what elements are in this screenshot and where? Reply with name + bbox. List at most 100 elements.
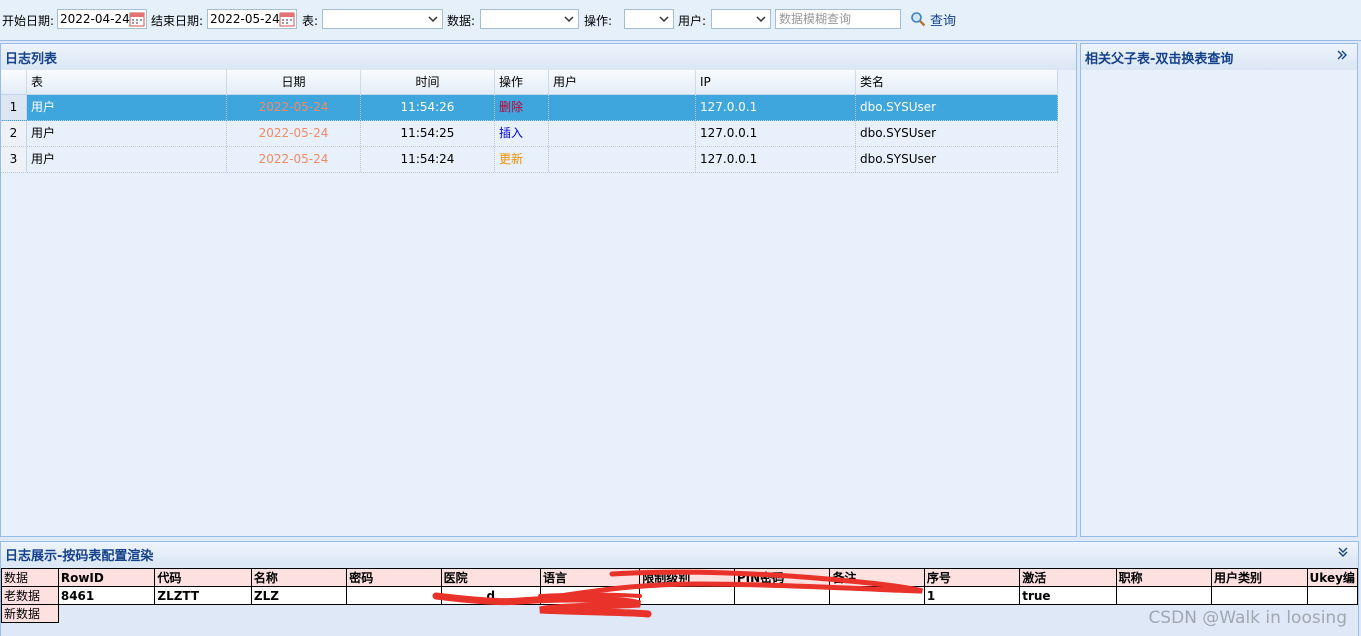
table-row[interactable]: 2 用户 2022-05-24 11:54:25 插入 127.0.0.1 db… bbox=[1, 121, 1058, 147]
cell-table: 用户 bbox=[27, 121, 227, 146]
cell-date: 2022-05-24 bbox=[227, 147, 361, 172]
detail-old-row: 老数据 8461 ZLZTT ZLZ d 1 true bbox=[1, 586, 1359, 605]
search-icon bbox=[910, 11, 926, 27]
cell-operation: 删除 bbox=[495, 95, 549, 120]
cell-ip: 127.0.0.1 bbox=[696, 147, 856, 172]
cell-date: 2022-05-24 bbox=[227, 95, 361, 120]
user-filter-label: 用户: bbox=[678, 13, 707, 28]
cell-date: 2022-05-24 bbox=[227, 121, 361, 146]
end-date-field[interactable]: 2022-05-24 bbox=[207, 9, 297, 29]
data-filter-select[interactable] bbox=[480, 9, 579, 29]
detail-header-cell: 代码 bbox=[154, 568, 252, 587]
detail-cell: 8461 bbox=[57, 586, 156, 605]
chevron-down-icon[interactable] bbox=[424, 10, 442, 28]
detail-header-cell: 密码 bbox=[346, 568, 442, 587]
cell-user bbox=[549, 147, 696, 172]
log-list-title: 日志列表 bbox=[1, 44, 1076, 71]
cell-time: 11:54:24 bbox=[361, 147, 495, 172]
related-tables-title: 相关父子表-双击换表查询 bbox=[1081, 44, 1357, 71]
start-date-label: 开始日期: bbox=[2, 13, 55, 28]
column-header-class[interactable]: 类名 bbox=[856, 70, 1058, 94]
detail-header-cell: 用户类别 bbox=[1210, 568, 1308, 587]
cell-ip: 127.0.0.1 bbox=[696, 121, 856, 146]
detail-cell: d bbox=[440, 586, 541, 605]
detail-cell bbox=[1306, 586, 1359, 605]
detail-header-cell: Ukey编 bbox=[1306, 568, 1359, 587]
double-chevron-right-icon[interactable] bbox=[1335, 49, 1349, 63]
detail-header-cell: 职称 bbox=[1115, 568, 1212, 587]
detail-header-cell: 语言 bbox=[539, 568, 641, 587]
row-number: 2 bbox=[1, 121, 27, 146]
table-row[interactable]: 1 用户 2022-05-24 11:54:26 删除 127.0.0.1 db… bbox=[1, 95, 1058, 121]
row-number: 3 bbox=[1, 147, 27, 172]
detail-header-cell: 激活 bbox=[1019, 568, 1117, 587]
detail-cell: ZLZTT bbox=[154, 586, 252, 605]
detail-cell bbox=[1210, 586, 1308, 605]
cell-class: dbo.SYSUser bbox=[856, 147, 1058, 172]
cell-user bbox=[549, 95, 696, 120]
user-filter-select[interactable] bbox=[711, 9, 771, 29]
detail-header-cell: 备注 bbox=[829, 568, 925, 587]
filter-toolbar: 开始日期: 2022-04-24 结束日期: 2022-05-24 表: 数据:… bbox=[0, 0, 1361, 41]
detail-cell: 1 bbox=[923, 586, 1021, 605]
log-grid: 表 日期 时间 操作 用户 IP 类名 1 用户 2022-05-24 11:5… bbox=[1, 70, 1058, 173]
detail-header-cell: 数据 bbox=[1, 568, 59, 587]
table-row[interactable]: 3 用户 2022-05-24 11:54:24 更新 127.0.0.1 db… bbox=[1, 147, 1058, 173]
detail-header-cell: 名称 bbox=[250, 568, 348, 587]
detail-header-row: 数据 RowID 代码 名称 密码 医院 语言 限制级别 PIN密码 备注 序号… bbox=[1, 568, 1359, 587]
detail-header-cell: RowID bbox=[57, 568, 156, 587]
chevron-down-icon[interactable] bbox=[560, 10, 578, 28]
cell-user bbox=[549, 121, 696, 146]
table-filter-label: 表: bbox=[302, 13, 319, 28]
column-header-time[interactable]: 时间 bbox=[361, 70, 495, 94]
data-filter-label: 数据: bbox=[447, 13, 476, 28]
chevron-down-icon[interactable] bbox=[752, 10, 770, 28]
related-tables-panel: 相关父子表-双击换表查询 bbox=[1080, 43, 1358, 537]
calendar-icon[interactable] bbox=[129, 11, 145, 27]
log-list-panel: 日志列表 表 日期 时间 操作 用户 IP 类名 1 用户 2022-05-24… bbox=[0, 43, 1077, 537]
double-chevron-down-icon[interactable] bbox=[1336, 546, 1350, 560]
end-date-label: 结束日期: bbox=[151, 13, 204, 28]
detail-cell bbox=[346, 586, 442, 605]
operation-filter-select[interactable] bbox=[624, 9, 674, 29]
new-data-label: 新数据 bbox=[1, 604, 59, 623]
detail-cell bbox=[733, 586, 831, 605]
log-grid-header: 表 日期 时间 操作 用户 IP 类名 bbox=[1, 70, 1058, 95]
cell-class: dbo.SYSUser bbox=[856, 121, 1058, 146]
detail-header-cell: PIN密码 bbox=[733, 568, 831, 587]
column-header-user[interactable]: 用户 bbox=[549, 70, 696, 94]
log-list-body: 表 日期 时间 操作 用户 IP 类名 1 用户 2022-05-24 11:5… bbox=[1, 70, 1076, 536]
detail-cell: true bbox=[1019, 586, 1117, 605]
table-filter-select[interactable] bbox=[322, 9, 443, 29]
detail-header-cell: 序号 bbox=[923, 568, 1021, 587]
log-detail-title: 日志展示-按码表配置渲染 bbox=[1, 542, 1358, 567]
calendar-icon[interactable] bbox=[279, 11, 295, 27]
detail-header-cell: 医院 bbox=[440, 568, 541, 587]
cell-time: 11:54:26 bbox=[361, 95, 495, 120]
column-header-ip[interactable]: IP bbox=[696, 70, 856, 94]
search-button-label: 查询 bbox=[930, 13, 957, 29]
column-header-date[interactable]: 日期 bbox=[227, 70, 361, 94]
cell-operation: 插入 bbox=[495, 121, 549, 146]
detail-header-cell: 限制级别 bbox=[639, 568, 735, 587]
watermark: CSDN @Walk in loosing bbox=[1148, 608, 1347, 628]
column-header-operation[interactable]: 操作 bbox=[495, 70, 549, 94]
cell-table: 用户 bbox=[27, 95, 227, 120]
cell-ip: 127.0.0.1 bbox=[696, 95, 856, 120]
chevron-down-icon[interactable] bbox=[655, 10, 673, 28]
cell-time: 11:54:25 bbox=[361, 121, 495, 146]
related-tables-body bbox=[1081, 70, 1357, 536]
detail-cell bbox=[1115, 586, 1212, 605]
rownum-header bbox=[1, 70, 27, 94]
column-header-table[interactable]: 表 bbox=[27, 70, 227, 94]
detail-cell bbox=[539, 586, 641, 605]
cell-class: dbo.SYSUser bbox=[856, 95, 1058, 120]
operation-filter-label: 操作: bbox=[584, 13, 613, 28]
old-data-label: 老数据 bbox=[1, 586, 59, 605]
detail-cell bbox=[829, 586, 925, 605]
start-date-field[interactable]: 2022-04-24 bbox=[57, 9, 147, 29]
fuzzy-search-input[interactable]: 数据模糊查询 bbox=[775, 9, 901, 29]
cell-operation: 更新 bbox=[495, 147, 549, 172]
search-button[interactable]: 查询 bbox=[910, 9, 956, 29]
detail-cell bbox=[639, 586, 735, 605]
